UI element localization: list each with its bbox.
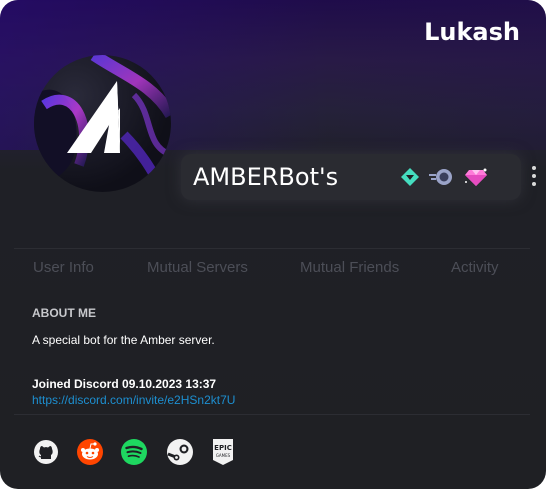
hypesquad-balance-icon[interactable] (399, 166, 421, 188)
bot-name: AMBERBot's (193, 163, 339, 191)
gem-icon[interactable] (463, 166, 489, 188)
github-icon[interactable] (32, 438, 60, 466)
epic-games-icon[interactable]: EPIC GAMES (211, 438, 235, 466)
invite-link[interactable]: https://discord.com/invite/e2HSn2kt7U (32, 393, 235, 407)
tab-mutual-friends[interactable]: Mutual Friends (300, 259, 399, 276)
avatar-art (34, 55, 171, 192)
more-options-button[interactable] (530, 166, 538, 190)
tab-activity[interactable]: Activity (451, 259, 499, 276)
owner-name: Lukash (424, 18, 520, 46)
divider (14, 248, 530, 249)
avatar[interactable] (34, 55, 171, 192)
tab-mutual-servers[interactable]: Mutual Servers (147, 259, 248, 276)
spotify-icon[interactable] (120, 438, 148, 466)
about-me-title: ABOUT ME (32, 306, 96, 320)
steam-icon[interactable] (166, 438, 194, 466)
tab-user-info[interactable]: User Info (33, 259, 94, 276)
svg-text:GAMES: GAMES (216, 453, 231, 458)
joined-date: Joined Discord 09.10.2023 13:37 (32, 377, 217, 391)
profile-card: Lukash AMBERBot's User Info Mutual Serve… (0, 0, 546, 489)
nitro-icon[interactable] (428, 166, 454, 188)
svg-text:EPIC: EPIC (214, 444, 232, 452)
reddit-icon[interactable] (76, 438, 104, 466)
about-me-text: A special bot for the Amber server. (32, 333, 215, 347)
divider (14, 414, 530, 415)
